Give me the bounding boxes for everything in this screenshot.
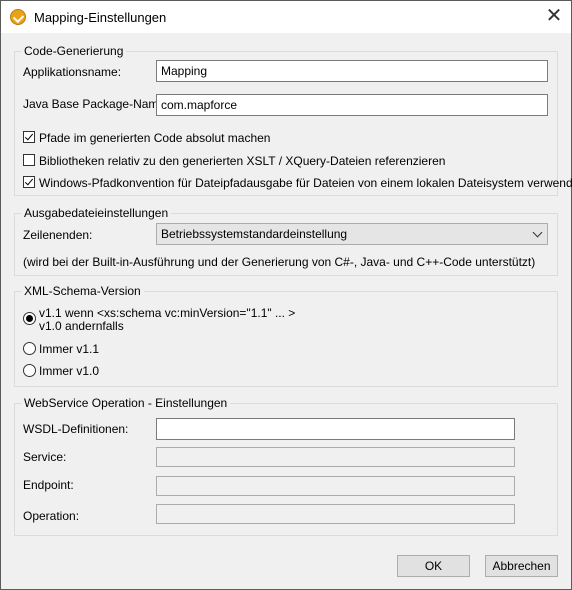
schema-always-11-radio[interactable] bbox=[23, 342, 36, 355]
xml-schema-legend: XML-Schema-Version bbox=[21, 284, 144, 298]
title-bar: Mapping-Einstellungen ✕ bbox=[1, 1, 571, 33]
absolute-paths-label: Pfade im generierten Code absolut machen bbox=[39, 131, 271, 145]
output-note: (wird bei der Built-in-Ausführung und de… bbox=[23, 255, 536, 269]
schema-auto-label-line1: v1.1 wenn <xs:schema vc:minVersion="1.1"… bbox=[39, 306, 296, 320]
package-name-label: Java Base Package-Name: bbox=[23, 97, 169, 111]
service-input bbox=[156, 447, 515, 467]
wsdl-input[interactable] bbox=[156, 418, 515, 440]
mapforce-icon bbox=[10, 9, 26, 25]
operation-label: Operation: bbox=[23, 509, 80, 523]
mapping-settings-dialog: Mapping-Einstellungen ✕ Code-Generierung… bbox=[0, 0, 572, 590]
cancel-button[interactable]: Abbrechen bbox=[485, 555, 558, 577]
absolute-paths-checkbox[interactable] bbox=[23, 131, 35, 143]
schema-always-10-radio[interactable] bbox=[23, 364, 36, 377]
output-settings-legend: Ausgabedateieinstellungen bbox=[21, 206, 172, 220]
schema-always-11-label: Immer v1.1 bbox=[39, 342, 100, 356]
windows-path-checkbox[interactable] bbox=[23, 176, 35, 188]
schema-auto-label-line2: v1.0 andernfalls bbox=[39, 319, 124, 333]
package-name-input[interactable]: com.mapforce bbox=[156, 94, 548, 116]
schema-auto-radio[interactable] bbox=[23, 312, 36, 325]
line-endings-label: Zeilenenden: bbox=[23, 228, 93, 242]
webservice-legend: WebService Operation - Einstellungen bbox=[21, 396, 231, 410]
endpoint-input bbox=[156, 476, 515, 496]
service-label: Service: bbox=[23, 450, 67, 464]
line-endings-select[interactable]: Betriebssystemstandardeinstellung bbox=[156, 223, 548, 245]
wsdl-label: WSDL-Definitionen: bbox=[23, 422, 129, 436]
app-name-input[interactable]: Mapping bbox=[156, 60, 548, 82]
relative-libraries-label: Bibliotheken relativ zu den generierten … bbox=[39, 154, 446, 168]
window-title: Mapping-Einstellungen bbox=[34, 10, 167, 25]
ok-button[interactable]: OK bbox=[397, 555, 470, 577]
windows-path-label: Windows-Pfadkonvention für Dateipfadausg… bbox=[39, 176, 572, 190]
operation-input bbox=[156, 504, 515, 524]
close-icon[interactable]: ✕ bbox=[542, 6, 566, 28]
chevron-down-icon bbox=[532, 227, 543, 238]
app-name-label: Applikationsname: bbox=[23, 65, 122, 79]
relative-libraries-checkbox[interactable] bbox=[23, 154, 35, 166]
schema-always-10-label: Immer v1.0 bbox=[39, 364, 100, 378]
endpoint-label: Endpoint: bbox=[23, 478, 74, 492]
line-endings-value: Betriebssystemstandardeinstellung bbox=[161, 227, 348, 241]
code-generation-legend: Code-Generierung bbox=[21, 44, 127, 58]
